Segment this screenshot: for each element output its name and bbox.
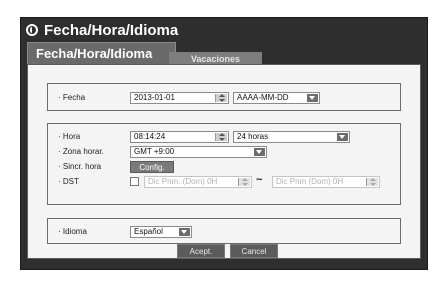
date-group: · Fecha 2013-01-01 AAAA-MM-DD — [47, 83, 401, 111]
dst-end-spinner-icon[interactable] — [366, 178, 378, 186]
sincr-label: · Sincr. hora — [58, 162, 102, 171]
hora-value: 08:14:24 — [134, 132, 166, 141]
accept-button[interactable]: Acept. — [177, 244, 225, 258]
time-group: · Hora 08:14:24 24 horas · Zona horar. G… — [47, 123, 401, 205]
chevron-down-icon[interactable] — [179, 228, 190, 236]
zona-value: GMT +9:00 — [134, 147, 175, 156]
date-format-select[interactable]: AAAA-MM-DD — [233, 92, 320, 104]
hora-input[interactable]: 08:14:24 — [130, 131, 229, 143]
window-title: Fecha/Hora/Idioma — [44, 21, 179, 39]
chevron-down-icon[interactable] — [254, 148, 265, 156]
language-group: · Idioma Español — [47, 218, 401, 244]
dst-start-input[interactable]: Dic Prim. (Dom) 0H — [144, 176, 252, 188]
fecha-input[interactable]: 2013-01-01 — [130, 92, 229, 104]
idioma-select[interactable]: Español — [130, 226, 192, 238]
zona-label: · Zona horar. — [58, 147, 104, 156]
fecha-spinner-icon[interactable] — [215, 94, 227, 102]
zona-select[interactable]: GMT +9:00 — [130, 146, 267, 158]
settings-window: Fecha/Hora/Idioma Fecha/Hora/Idioma Vaca… — [20, 17, 428, 270]
sincr-config-button[interactable]: Config. — [130, 161, 174, 173]
chevron-down-icon[interactable] — [307, 94, 318, 102]
globe-icon — [26, 24, 38, 36]
cancel-button[interactable]: Cancel — [230, 244, 278, 258]
fecha-value: 2013-01-01 — [134, 93, 175, 102]
dst-end-value: Dic Prim (Dom) 0H — [276, 177, 344, 186]
dst-checkbox[interactable] — [130, 177, 139, 186]
dst-start-value: Dic Prim. (Dom) 0H — [148, 177, 218, 186]
hora-spinner-icon[interactable] — [215, 133, 227, 141]
hora-label: · Hora — [58, 132, 81, 141]
idioma-label: · Idioma — [58, 227, 87, 236]
date-format-value: AAAA-MM-DD — [237, 93, 289, 102]
fecha-label: · Fecha — [58, 93, 86, 102]
dst-start-spinner-icon[interactable] — [238, 178, 250, 186]
dst-label: · DST — [58, 177, 79, 186]
tab-fecha-hora-idioma[interactable]: Fecha/Hora/Idioma — [27, 42, 176, 64]
window-title-bar: Fecha/Hora/Idioma — [21, 18, 427, 42]
dst-range-separator: ~ — [256, 174, 263, 186]
chevron-down-icon[interactable] — [337, 133, 348, 141]
settings-panel: · Fecha 2013-01-01 AAAA-MM-DD · Hora 08:… — [27, 64, 421, 259]
dst-end-input[interactable]: Dic Prim (Dom) 0H — [272, 176, 380, 188]
hora-format-value: 24 horas — [237, 132, 269, 141]
hora-format-select[interactable]: 24 horas — [233, 131, 350, 143]
idioma-value: Español — [134, 227, 163, 236]
